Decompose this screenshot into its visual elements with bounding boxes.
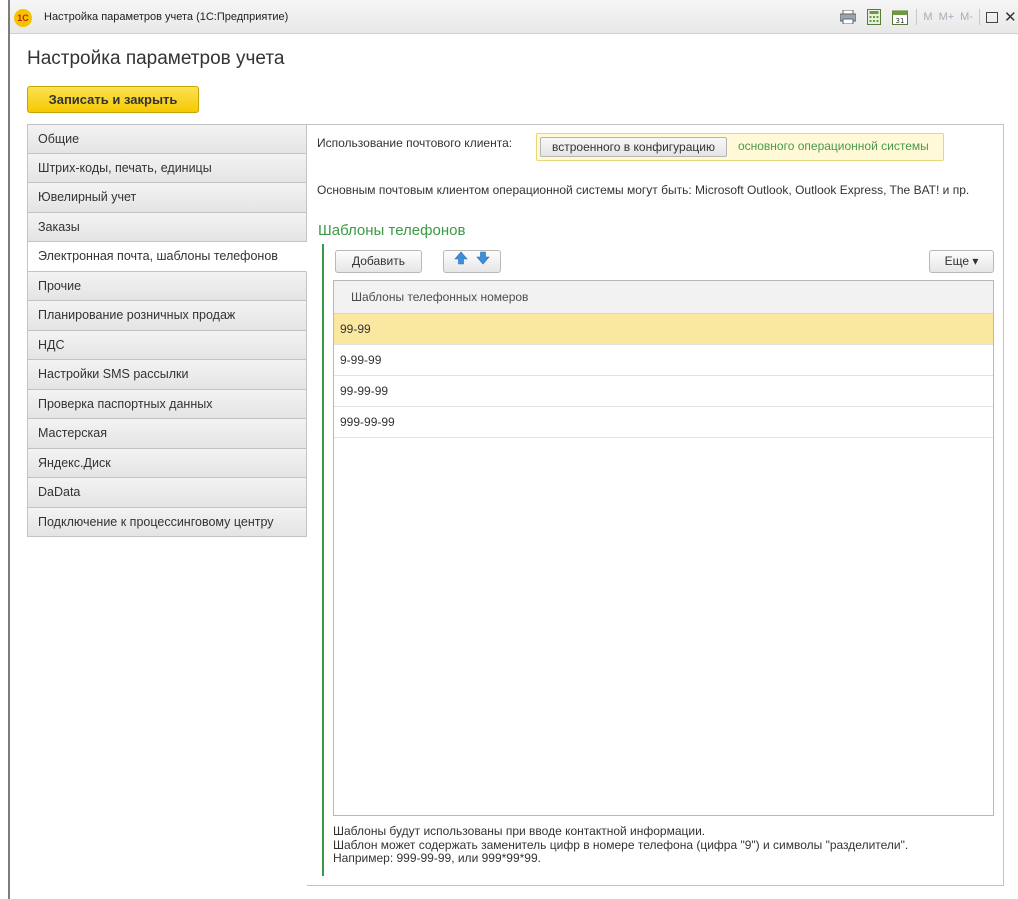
table-row[interactable]: 999-99-99 bbox=[334, 407, 993, 438]
title-bar-tools: 31 М М+ М- ✕ bbox=[838, 6, 1018, 28]
title-bar: 1С Настройка параметров учета (1С:Предпр… bbox=[10, 0, 1018, 34]
window-frame-edge bbox=[8, 0, 10, 899]
app-logo-icon: 1С bbox=[14, 9, 32, 27]
sidebar-item-email-phones[interactable]: Электронная почта, шаблоны телефонов bbox=[27, 242, 307, 272]
sidebar-item-sms[interactable]: Настройки SMS рассылки bbox=[27, 360, 307, 390]
sidebar-item-processing-center[interactable]: Подключение к процессинговому центру bbox=[27, 507, 307, 537]
toolbar-separator bbox=[916, 9, 918, 25]
settings-sections-sidebar: Общие Штрих-коды, печать, единицы Ювелир… bbox=[27, 124, 307, 537]
table-row[interactable]: 99-99 bbox=[334, 314, 993, 345]
print-icon[interactable] bbox=[838, 7, 858, 27]
sidebar-item-retail-planning[interactable]: Планирование розничных продаж bbox=[27, 301, 307, 331]
sidebar-item-dadata[interactable]: DaData bbox=[27, 478, 307, 508]
column-header[interactable]: Шаблоны телефонных номеров bbox=[334, 281, 993, 314]
memory-button[interactable]: М bbox=[923, 11, 932, 23]
mail-option-builtin[interactable]: встроенного в конфигурацию bbox=[540, 137, 727, 157]
more-menu-button[interactable]: Еще ▾ bbox=[929, 250, 994, 273]
maximize-icon[interactable] bbox=[986, 11, 998, 23]
mail-client-info: Основным почтовым клиентом операционной … bbox=[317, 183, 970, 197]
add-button[interactable]: Добавить bbox=[335, 250, 422, 273]
sidebar-item-jewelry[interactable]: Ювелирный учет bbox=[27, 183, 307, 213]
sidebar-item-vat[interactable]: НДС bbox=[27, 330, 307, 360]
save-and-close-button[interactable]: Записать и закрыть bbox=[27, 86, 199, 113]
memory-minus-button[interactable]: М- bbox=[960, 11, 973, 23]
mail-client-switch: встроенного в конфигурацию основного опе… bbox=[536, 133, 944, 161]
group-accent-line bbox=[322, 244, 324, 876]
svg-text:31: 31 bbox=[896, 17, 905, 25]
move-down-icon[interactable] bbox=[476, 251, 490, 272]
phone-templates-group-title: Шаблоны телефонов bbox=[318, 222, 466, 239]
close-icon[interactable]: ✕ bbox=[1004, 8, 1018, 26]
phone-templates-table: Шаблоны телефонных номеров 99-99 9-99-99… bbox=[333, 280, 994, 816]
mail-client-label: Использование почтового клиента: bbox=[317, 136, 513, 150]
mail-option-os[interactable]: основного операционной системы bbox=[727, 137, 940, 157]
calendar-icon[interactable]: 31 bbox=[890, 7, 910, 27]
templates-help-note: Шаблоны будут использованы при вводе кон… bbox=[333, 824, 1003, 866]
note-line: Например: 999-99-99, или 999*99*99. bbox=[333, 851, 541, 865]
sidebar-item-orders[interactable]: Заказы bbox=[27, 212, 307, 242]
window-title: Настройка параметров учета (1С:Предприят… bbox=[44, 11, 289, 23]
move-buttons bbox=[443, 250, 501, 273]
sidebar-item-yandex-disk[interactable]: Яндекс.Диск bbox=[27, 448, 307, 478]
sidebar-item-workshop[interactable]: Мастерская bbox=[27, 419, 307, 449]
sidebar-item-general[interactable]: Общие bbox=[27, 124, 307, 154]
sidebar-item-barcodes[interactable]: Штрих-коды, печать, единицы bbox=[27, 153, 307, 183]
sidebar-item-passport-check[interactable]: Проверка паспортных данных bbox=[27, 389, 307, 419]
calculator-icon[interactable] bbox=[864, 7, 884, 27]
move-up-icon[interactable] bbox=[454, 251, 468, 272]
sidebar-item-other[interactable]: Прочие bbox=[27, 271, 307, 301]
table-row[interactable]: 9-99-99 bbox=[334, 345, 993, 376]
note-line: Шаблоны будут использованы при вводе кон… bbox=[333, 824, 706, 838]
table-row[interactable]: 99-99-99 bbox=[334, 376, 993, 407]
note-line: Шаблон может содержать заменитель цифр в… bbox=[333, 837, 909, 852]
toolbar-separator bbox=[979, 9, 980, 25]
page-title: Настройка параметров учета bbox=[27, 48, 285, 69]
memory-plus-button[interactable]: М+ bbox=[939, 11, 955, 23]
